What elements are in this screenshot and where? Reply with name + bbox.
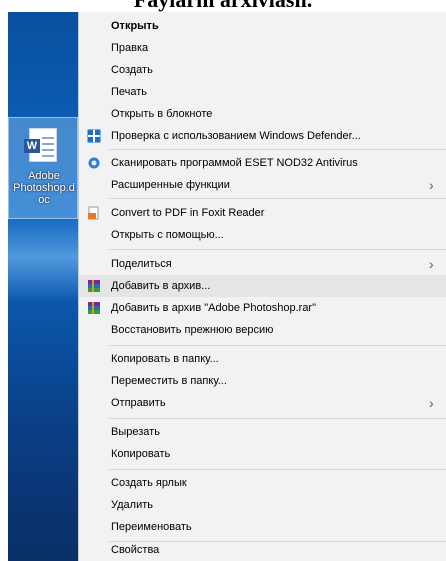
menu-item-label: Расширенные функции	[111, 179, 230, 191]
windows-defender-icon	[87, 129, 101, 143]
menu-item-properties[interactable]: Свойства	[79, 539, 446, 561]
menu-item-label: Копировать	[111, 448, 171, 460]
menu-separator	[109, 418, 446, 419]
menu-item-add-to-named-archive[interactable]: Добавить в архив "Adobe Photoshop.rar"	[79, 297, 446, 319]
menu-item-label: Переместить в папку...	[111, 375, 227, 387]
menu-item-copy-to-folder[interactable]: Копировать в папку...	[79, 348, 446, 370]
menu-item-label: Проверка с использованием Windows Defend…	[111, 130, 361, 142]
menu-item-move-to-folder[interactable]: Переместить в папку...	[79, 370, 446, 392]
menu-item-label: Правка	[111, 42, 149, 54]
menu-item-cut[interactable]: Вырезать	[79, 421, 446, 443]
menu-item-label: Открыть в блокноте	[111, 108, 213, 120]
doc-line	[42, 137, 54, 139]
menu-item-print[interactable]: Печать	[79, 81, 446, 103]
chevron-right-icon: ›	[429, 395, 434, 411]
menu-item-convert-to-pdf[interactable]: Convert to PDF in Foxit Reader	[79, 202, 446, 224]
menu-separator	[109, 469, 446, 470]
menu-item-label: Создать	[111, 64, 153, 76]
menu-item-open-with[interactable]: Открыть с помощью...	[79, 224, 446, 246]
menu-item-windows-defender[interactable]: Проверка с использованием Windows Defend…	[79, 125, 446, 147]
menu-item-open-in-notepad[interactable]: Открыть в блокноте	[79, 103, 446, 125]
desktop-light-streak	[8, 212, 78, 302]
winrar-icon	[88, 280, 100, 292]
chevron-right-icon: ›	[429, 256, 434, 272]
doc-line	[42, 155, 54, 157]
menu-item-label: Удалить	[111, 499, 153, 511]
word-letter-badge: W	[24, 139, 40, 153]
menu-item-extended-functions[interactable]: Расширенные функции ›	[79, 174, 446, 196]
file-label-line-1: Adobe	[28, 170, 60, 182]
menu-item-label: Восстановить прежнюю версию	[111, 324, 274, 336]
menu-item-label: Создать ярлык	[111, 477, 187, 489]
menu-separator	[109, 198, 446, 199]
menu-item-label: Добавить в архив...	[111, 280, 211, 292]
menu-item-label: Печать	[111, 86, 148, 98]
menu-item-share[interactable]: Поделиться ›	[79, 253, 446, 275]
menu-item-restore-previous-version[interactable]: Восстановить прежнюю версию	[79, 319, 446, 341]
menu-separator	[109, 249, 446, 250]
desktop-file-adobe-photoshop-doc[interactable]: W Adobe Photoshop.d oc	[8, 117, 78, 219]
page-caption: Faylarni arxivlash.	[0, 0, 446, 12]
file-label-line-2: Photoshop.d	[13, 182, 75, 194]
menu-item-label: Открыть с помощью...	[111, 229, 224, 241]
menu-item-label: Отправить	[111, 397, 166, 409]
menu-item-create-shortcut[interactable]: Создать ярлык	[79, 472, 446, 494]
menu-item-label: Convert to PDF in Foxit Reader	[111, 207, 265, 219]
context-menu: Открыть Правка Создать Печать Открыть в …	[78, 12, 446, 561]
menu-item-label: Сканировать программой ESET NOD32 Antivi…	[111, 157, 358, 169]
menu-item-edit[interactable]: Правка	[79, 37, 446, 59]
chevron-right-icon: ›	[429, 177, 434, 193]
menu-item-send-to[interactable]: Отправить ›	[79, 392, 446, 414]
menu-item-add-to-archive[interactable]: Добавить в архив...	[79, 275, 446, 297]
menu-item-label: Переименовать	[111, 521, 192, 533]
foxit-pdf-icon	[88, 206, 99, 220]
menu-separator	[109, 149, 446, 150]
menu-item-label: Добавить в архив "Adobe Photoshop.rar"	[111, 302, 316, 314]
word-document-icon: W	[24, 128, 57, 162]
menu-item-copy[interactable]: Копировать	[79, 443, 446, 465]
desktop-background: W Adobe Photoshop.d oc	[8, 12, 78, 561]
eset-nod32-icon	[88, 157, 100, 169]
desktop-file-label: Adobe Photoshop.d oc	[9, 170, 78, 206]
menu-item-delete[interactable]: Удалить	[79, 494, 446, 516]
file-label-line-3: oc	[38, 194, 50, 206]
menu-item-open[interactable]: Открыть	[79, 15, 446, 37]
doc-line	[42, 143, 54, 145]
menu-item-label: Копировать в папку...	[111, 353, 219, 365]
menu-item-label: Вырезать	[111, 426, 160, 438]
menu-separator	[109, 345, 446, 346]
winrar-icon	[88, 302, 100, 314]
menu-item-eset-scan[interactable]: Сканировать программой ESET NOD32 Antivi…	[79, 152, 446, 174]
menu-item-label: Открыть	[111, 20, 159, 32]
menu-item-new[interactable]: Создать	[79, 59, 446, 81]
menu-item-label: Поделиться	[111, 258, 172, 270]
doc-line	[42, 149, 54, 151]
menu-item-label: Свойства	[111, 544, 160, 556]
menu-item-rename[interactable]: Переименовать	[79, 516, 446, 538]
